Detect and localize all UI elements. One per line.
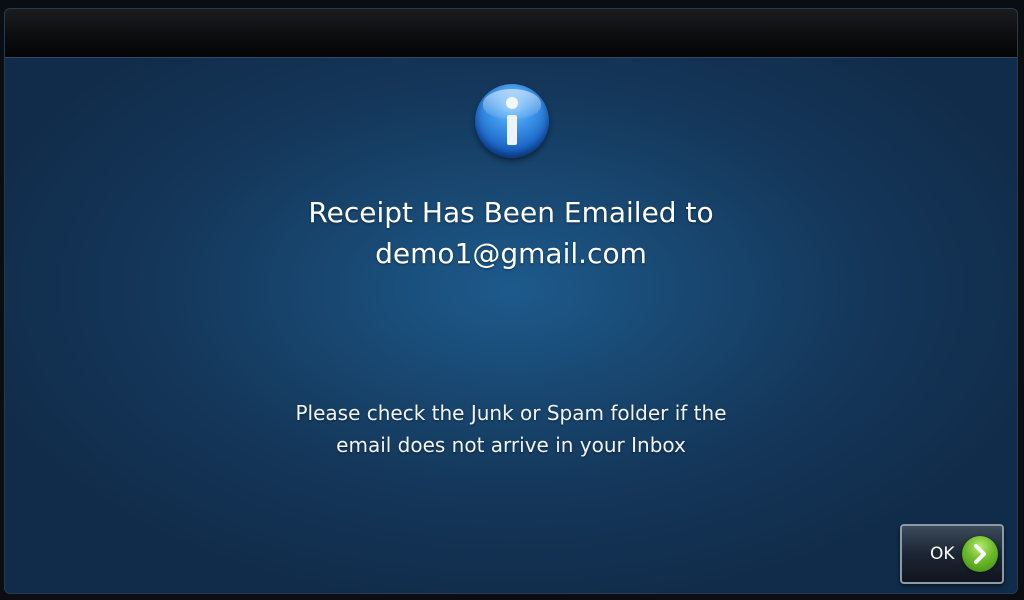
ok-button-label: OK	[930, 544, 955, 564]
recipient-email: demo1@gmail.com	[375, 237, 647, 270]
heading-line-1: Receipt Has Been Emailed to	[308, 196, 714, 229]
info-icon-dot	[506, 97, 518, 109]
note-line-2: email does not arrive in your Inbox	[336, 433, 686, 457]
dialog-note: Please check the Junk or Spam folder if …	[5, 397, 1017, 461]
info-icon	[475, 84, 549, 158]
chevron-right-icon	[962, 536, 998, 572]
ok-button[interactable]: OK	[900, 524, 1004, 584]
title-bar	[5, 9, 1017, 58]
dialog-screen: Receipt Has Been Emailed to demo1@gmail.…	[4, 8, 1018, 594]
dialog-heading: Receipt Has Been Emailed to demo1@gmail.…	[5, 192, 1017, 274]
note-line-1: Please check the Junk or Spam folder if …	[295, 401, 727, 425]
info-icon-stem	[507, 115, 517, 145]
